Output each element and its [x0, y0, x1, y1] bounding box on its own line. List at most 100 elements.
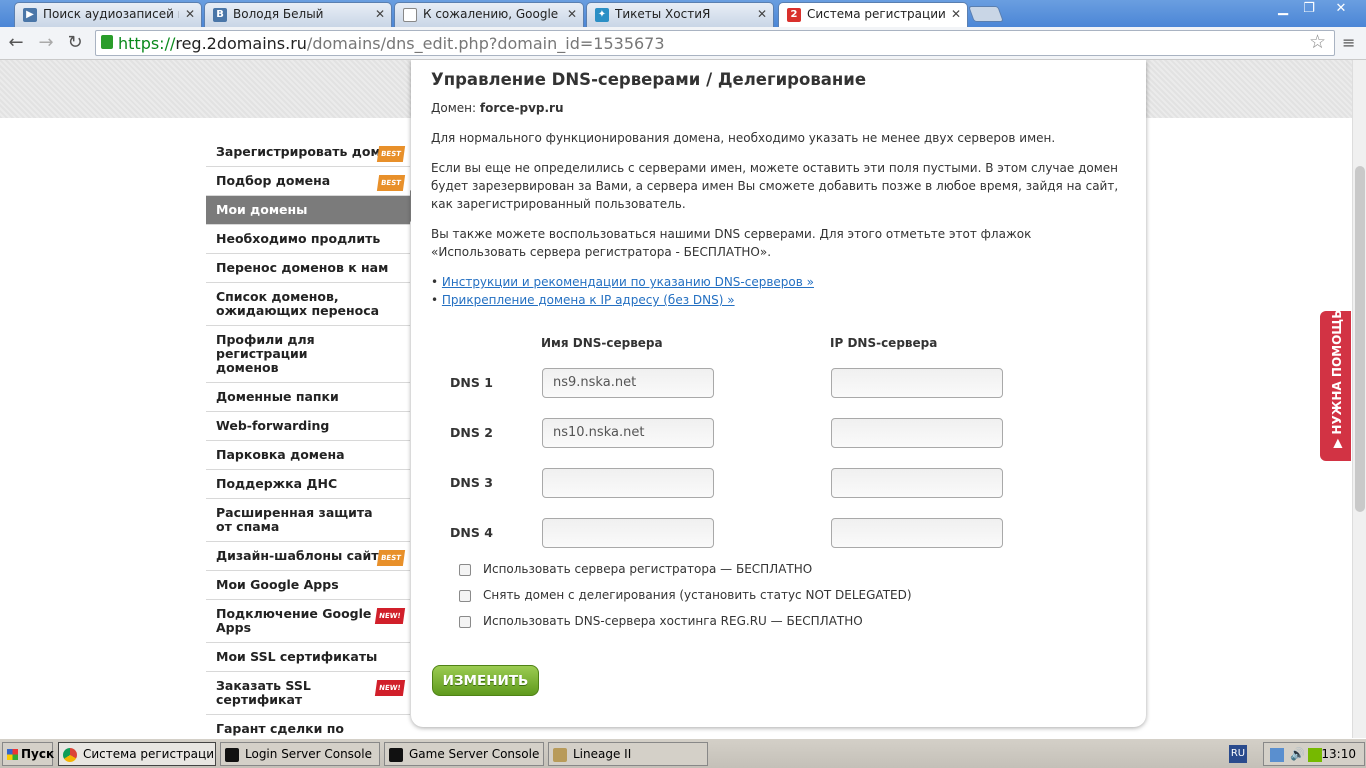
address-bar[interactable]: https://reg.2domains.ru/domains/dns_edit… — [95, 30, 1335, 56]
close-icon[interactable]: ✕ — [185, 7, 195, 21]
tab-label: Володя Белый — [233, 7, 324, 21]
start-button[interactable]: Пуск — [2, 742, 54, 766]
dns-row: DNS 3 — [450, 468, 1050, 498]
dns-instructions-link[interactable]: Инструкции и рекомендации по указанию DN… — [442, 275, 814, 289]
sidebar-item[interactable]: Зарегистрировать домен BEST — [206, 138, 410, 167]
clock: 13:10 — [1321, 747, 1356, 761]
sidebar-item[interactable]: Мои SSL сертификаты — [206, 643, 410, 672]
submit-change-button[interactable]: ИЗМЕНИТЬ — [432, 665, 539, 696]
taskbar-item-login-console[interactable]: Login Server Console — [220, 742, 380, 766]
browser-tab[interactable]: К сожалению, Google Chrom ✕ — [394, 2, 584, 27]
close-icon[interactable]: ✕ — [757, 7, 767, 21]
sidebar-item-label: Гарант сделки по домену — [216, 721, 344, 739]
new-tab-button[interactable] — [968, 6, 1004, 22]
domain-name: force-pvp.ru — [479, 101, 564, 115]
sidebar-item[interactable]: Дизайн-шаблоны сайтов BEST — [206, 542, 410, 571]
page-scrollbar[interactable] — [1352, 60, 1366, 738]
page-title: Управление DNS-серверами / Делегирование — [431, 70, 867, 89]
dns-ip-input[interactable] — [831, 468, 1003, 498]
close-icon[interactable]: ✕ — [375, 7, 385, 21]
dns-row: DNS 4 — [450, 518, 1050, 548]
sidebar-item-label: Расширенная защита от спама — [216, 505, 373, 534]
sidebar-item[interactable]: Расширенная защита от спама — [206, 499, 410, 542]
menu-icon[interactable]: ≡ — [1342, 33, 1355, 52]
sidebar-item[interactable]: Перенос доменов к нам — [206, 254, 410, 283]
registrar-dns-checkbox[interactable] — [459, 563, 471, 576]
ip-binding-link[interactable]: Прикрепление домена к IP адресу (без DNS… — [442, 293, 735, 307]
sidebar-item[interactable]: Необходимо продлить — [206, 225, 410, 254]
sidebar-item[interactable]: Гарант сделки по домену — [206, 715, 410, 739]
sidebar-item[interactable]: Заказать SSL сертификат NEW! — [206, 672, 410, 715]
browser-tab[interactable]: B Володя Белый ✕ — [204, 2, 392, 27]
sidebar-badge: NEW! — [375, 608, 406, 624]
system-tray: 🔊 13:10 — [1263, 742, 1365, 766]
tab-label: К сожалению, Google Chrom — [423, 7, 561, 21]
sidebar-item-label: Доменные папки — [216, 389, 339, 404]
nvidia-icon[interactable] — [1308, 748, 1322, 762]
browser-tab-active[interactable]: 2 Система регистрации доме ✕ — [778, 2, 968, 28]
hostiya-icon: ✦ — [595, 8, 609, 22]
sidebar-item[interactable]: Подбор домена BEST — [206, 167, 410, 196]
sidebar-item-label: Зарегистрировать домен — [216, 144, 398, 159]
dns-name-input[interactable]: ns9.nska.net — [542, 368, 714, 398]
main-panel: Управление DNS-серверами / Делегирование… — [411, 60, 1146, 727]
sidebar-item[interactable]: Поддержка ДНС — [206, 470, 410, 499]
bookmark-star-icon[interactable]: ☆ — [1309, 31, 1326, 53]
checkbox-row: Снять домен с делегирования (установить … — [459, 588, 912, 602]
dns-label: DNS 4 — [450, 525, 493, 540]
sidebar-item[interactable]: Мои Google Apps — [206, 571, 410, 600]
sidebar-item[interactable]: Мои домены — [206, 196, 410, 225]
dns-row: DNS 1 ns9.nska.net — [450, 368, 1050, 398]
reload-icon[interactable]: ↻ — [63, 32, 87, 54]
minimize-icon[interactable]: ▁ — [1270, 0, 1296, 18]
close-icon[interactable]: ✕ — [951, 7, 961, 21]
link-row: • Прикрепление домена к IP адресу (без D… — [431, 293, 735, 307]
lock-icon — [101, 35, 113, 49]
sidebar-item-label: Подключение Google Apps — [216, 606, 372, 635]
forward-icon[interactable]: → — [34, 32, 58, 54]
tab-label: Поиск аудиозаписей по — [43, 7, 179, 21]
link-row: • Инструкции и рекомендации по указанию … — [431, 275, 814, 289]
sidebar-item-label: Web-forwarding — [216, 418, 330, 433]
sidebar-item-label: Список доменов, ожидающих переноса — [216, 289, 380, 318]
volume-icon[interactable]: 🔊 — [1290, 747, 1305, 761]
back-icon[interactable]: ← — [4, 32, 28, 54]
sidebar-item-label: Необходимо продлить — [216, 231, 381, 246]
sidebar-item-label: Мои SSL сертификаты — [216, 649, 378, 664]
dns-name-input[interactable] — [542, 468, 714, 498]
scrollbar-thumb[interactable] — [1355, 166, 1365, 512]
browser-tab[interactable]: ✦ Тикеты ХостиЯ ✕ — [586, 2, 774, 27]
language-indicator[interactable]: RU — [1229, 745, 1247, 763]
help-tab[interactable]: ▶ НУЖНА ПОМОЩЬ? — [1320, 303, 1351, 461]
taskbar-item-game-console[interactable]: Game Server Console — [384, 742, 544, 766]
sidebar-item[interactable]: Доменные папки — [206, 383, 410, 412]
browser-toolbar: ← → ↻ https://reg.2domains.ru/domains/dn… — [0, 27, 1366, 60]
sidebar-item[interactable]: Профили для регистрации доменов — [206, 326, 410, 383]
sidebar-item[interactable]: Список доменов, ожидающих переноса — [206, 283, 410, 326]
checkbox-row: Использовать DNS-сервера хостинга REG.RU… — [459, 614, 863, 628]
close-icon[interactable]: ✕ — [567, 7, 577, 21]
sidebar-item-label: Мои домены — [216, 202, 308, 217]
undelegate-checkbox[interactable] — [459, 589, 471, 602]
dns-ip-input[interactable] — [831, 518, 1003, 548]
browser-tab[interactable]: ▶ Поиск аудиозаписей по ✕ — [14, 2, 202, 27]
col-dns-ip: IP DNS-сервера — [830, 336, 938, 350]
sidebar-badge: NEW! — [375, 680, 406, 696]
dns-name-input[interactable]: ns10.nska.net — [542, 418, 714, 448]
dns-ip-input[interactable] — [831, 418, 1003, 448]
regru-hosting-dns-checkbox[interactable] — [459, 615, 471, 628]
network-icon[interactable] — [1270, 748, 1284, 762]
sidebar-item[interactable]: Web-forwarding — [206, 412, 410, 441]
dns-ip-input[interactable] — [831, 368, 1003, 398]
dns-name-input[interactable] — [542, 518, 714, 548]
sidebar-item-label: Перенос доменов к нам — [216, 260, 389, 275]
sidebar-item-label: Заказать SSL сертификат — [216, 678, 311, 707]
taskbar-item-lineage[interactable]: Lineage II — [548, 742, 708, 766]
restore-icon[interactable]: ❐ — [1296, 0, 1322, 18]
col-dns-name: Имя DNS-сервера — [541, 336, 663, 350]
taskbar-item-chrome[interactable]: Система регистраци... — [58, 742, 216, 766]
sidebar-item[interactable]: Парковка домена — [206, 441, 410, 470]
sidebar-menu: Зарегистрировать домен BEST Подбор домена B… — [206, 138, 410, 738]
window-close-icon[interactable]: ✕ — [1328, 0, 1354, 18]
sidebar-item[interactable]: Подключение Google Apps NEW! — [206, 600, 410, 643]
